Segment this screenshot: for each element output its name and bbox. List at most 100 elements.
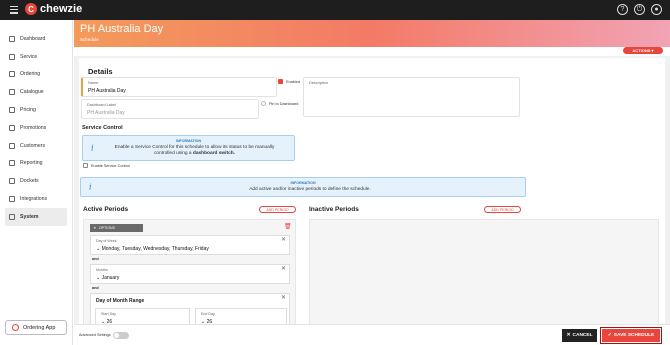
details-heading: Details: [88, 67, 113, 76]
page-banner: PH Australia Day Schedule: [74, 20, 670, 47]
power-icon[interactable]: ⏻: [634, 4, 645, 15]
info-line-2-bold: dashboard switch.: [192, 151, 236, 156]
brand-logo: C chewzie: [25, 3, 82, 15]
name-label: Name: [88, 81, 99, 85]
sidebar-item-label: Customers: [20, 142, 46, 149]
dockets-icon: [9, 178, 15, 185]
integrations-icon: [9, 196, 15, 203]
trash-icon[interactable]: 🗑: [284, 223, 292, 230]
months-value-row: ⌄ January: [96, 275, 119, 281]
sidebar-item-label: Dashboard: [20, 35, 46, 42]
menu-icon[interactable]: [10, 6, 18, 14]
ordering-app-label: Ordering App: [23, 324, 56, 331]
sidebar-item-label: Ordering: [20, 71, 41, 78]
name-value: PH Australia Day: [88, 88, 126, 94]
page-title: PH Australia Day: [80, 23, 164, 35]
sidebar: Dashboard Service Ordering Catalogue Pri…: [0, 20, 73, 345]
footer-bar: Advanced Settings ✕ CANCEL ✓ SAVE SCHEDULE: [74, 324, 670, 345]
dashboard-label-placeholder: PH Australia Day: [87, 110, 125, 116]
add-period-label: ADD PERIOD: [266, 207, 289, 212]
info-heading: INFORMATION: [290, 181, 316, 185]
dashboard-label-label: Dashboard Label: [87, 103, 116, 107]
close-icon[interactable]: ✕: [281, 265, 286, 272]
options-label: OPTIONS: [98, 226, 115, 230]
account-icon[interactable]: ●: [651, 4, 662, 15]
sidebar-item-dockets[interactable]: Dockets: [0, 172, 72, 190]
day-of-week-label: Day of Week: [96, 239, 117, 243]
info-heading: INFORMATION: [175, 139, 202, 143]
brand-name: chewzie: [40, 3, 83, 15]
dashboard-label-field[interactable]: Dashboard Label PH Australia Day: [81, 99, 259, 119]
months-value: January: [101, 275, 120, 281]
sidebar-item-dashboard[interactable]: Dashboard: [0, 30, 72, 48]
inactive-periods-heading: Inactive Periods: [309, 206, 359, 213]
sidebar-item-reporting[interactable]: Reporting: [0, 155, 72, 173]
add-active-period-button[interactable]: ADD PERIOD: [259, 206, 296, 213]
sidebar-item-promotions[interactable]: Promotions: [0, 119, 72, 137]
sidebar-item-pricing[interactable]: Pricing: [0, 101, 72, 119]
brand-logo-icon: C: [25, 3, 37, 15]
sidebar-item-ordering[interactable]: Ordering: [0, 66, 72, 84]
months-select[interactable]: Months ⌄ January ✕: [90, 264, 290, 284]
active-periods-heading: Active Periods: [83, 206, 129, 213]
advanced-settings-toggle[interactable]: [113, 332, 129, 339]
main-content: Details Name PH Australia Day Enabled De…: [74, 56, 670, 338]
chevron-down-icon: ⌄: [96, 275, 101, 281]
enabled-checkbox[interactable]: [278, 79, 283, 84]
info-line-2: controlled using a: [153, 151, 193, 156]
advanced-settings-label: Advanced Settings: [79, 333, 111, 337]
pin-dashboard-label: Pin to Dashboard: [269, 102, 299, 106]
info-icon: i: [91, 143, 94, 153]
ordering-app-button[interactable]: Ordering App: [5, 320, 67, 335]
name-field[interactable]: Name PH Australia Day: [81, 77, 277, 97]
day-of-week-value: Monday, Tuesday, Wednesday, Thursday, Fr…: [101, 246, 209, 252]
save-schedule-button[interactable]: ✓ SAVE SCHEDULE: [600, 327, 662, 344]
sidebar-item-label: Catalogue: [20, 89, 44, 96]
cancel-label: CANCEL: [572, 333, 593, 338]
months-label: Months: [96, 268, 108, 272]
end-day-label: End Day: [201, 312, 215, 316]
chevron-down-icon: ▾: [651, 48, 654, 53]
and-label: and: [92, 257, 99, 261]
sidebar-item-label: Reporting: [20, 160, 43, 167]
pin-dashboard-checkbox[interactable]: [261, 101, 266, 106]
sidebar-item-integrations[interactable]: Integrations: [0, 190, 72, 208]
cancel-button[interactable]: ✕ CANCEL: [562, 329, 597, 342]
sidebar-item-catalogue[interactable]: Catalogue: [0, 83, 72, 101]
day-of-week-value-row: ⌄ Monday, Tuesday, Wednesday, Thursday, …: [96, 246, 209, 252]
sidebar-item-service[interactable]: Service: [0, 48, 72, 66]
add-period-label: ADD PERIOD: [491, 207, 514, 212]
active-period-panel: ▾ OPTIONS 🗑 Day of Week ⌄ Monday, Tuesda…: [83, 219, 296, 330]
pricing-icon: [9, 107, 15, 114]
add-inactive-period-button[interactable]: ADD PERIOD: [484, 206, 521, 213]
sidebar-item-system[interactable]: System: [5, 207, 67, 226]
description-field[interactable]: Description: [303, 77, 520, 117]
help-icon[interactable]: ?: [617, 4, 628, 15]
reporting-icon: [9, 160, 15, 167]
catalogue-icon: [9, 89, 15, 96]
page-subtitle: Schedule: [80, 37, 99, 42]
actions-button[interactable]: ACTIONS ▾: [623, 47, 663, 54]
start-day-label: Start Day: [101, 312, 116, 316]
sidebar-item-label: Promotions: [20, 124, 47, 131]
service-icon: [9, 53, 15, 60]
top-bar: C chewzie ? ⏻ ●: [0, 0, 670, 20]
and-label: and: [92, 286, 99, 290]
day-of-month-heading: Day of Month Range: [96, 298, 145, 304]
sidebar-item-label: Service: [20, 53, 38, 60]
sidebar-item-customers[interactable]: Customers: [0, 137, 72, 155]
options-button[interactable]: ▾ OPTIONS: [90, 224, 143, 232]
dashboard-icon: [9, 35, 15, 42]
service-control-heading: Service Control: [82, 125, 123, 131]
close-icon[interactable]: ✕: [281, 294, 286, 301]
enabled-label: Enabled: [286, 80, 300, 84]
sidebar-item-label: Integrations: [20, 196, 48, 203]
service-control-info: i INFORMATION Enable a Service Control f…: [82, 135, 295, 161]
day-of-week-select[interactable]: Day of Week ⌄ Monday, Tuesday, Wednesday…: [90, 235, 290, 255]
close-icon[interactable]: ✕: [281, 236, 286, 243]
sidebar-item-label: System: [20, 213, 39, 220]
enable-service-control-checkbox[interactable]: [83, 163, 88, 168]
periods-info: i INFORMATION Add active and/or inactive…: [80, 177, 526, 197]
inactive-period-panel: [309, 219, 659, 329]
close-icon: ✕: [566, 333, 571, 338]
